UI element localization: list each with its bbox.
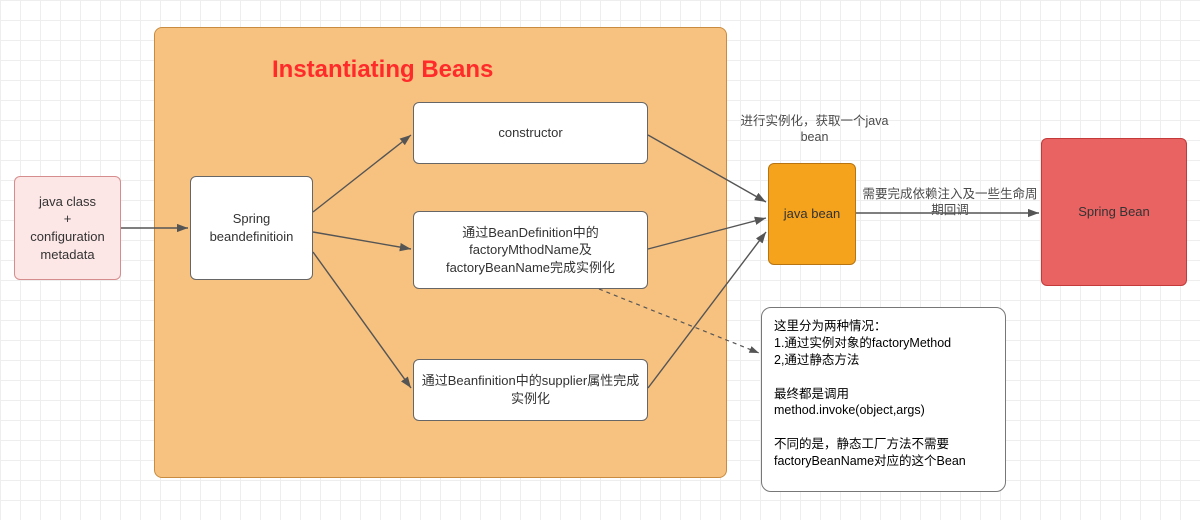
diagram-canvas: Instantiating Beans java class + configu… xyxy=(0,0,1200,520)
option-factory-method-box: 通过BeanDefinition中的 factoryMthodName及 fac… xyxy=(413,211,648,289)
factory-method-note-box: 这里分为两种情况： 1.通过实例对象的factoryMethod 2,通过静态方… xyxy=(761,307,1006,492)
input-java-class-box: java class + configuration metadata xyxy=(14,176,121,280)
diagram-title: Instantiating Beans xyxy=(272,56,493,84)
label-dependency-injection: 需要完成依赖注入及一些生命周期回调 xyxy=(862,186,1038,219)
spring-bean-box: Spring Bean xyxy=(1041,138,1187,286)
label-instantiate: 进行实例化，获取一个java bean xyxy=(722,113,907,146)
java-bean-box: java bean xyxy=(768,163,856,265)
spring-beandefinition-box: Spring beandefinitioin xyxy=(190,176,313,280)
option-supplier-box: 通过Beanfinition中的supplier属性完成实例化 xyxy=(413,359,648,421)
option-constructor-box: constructor xyxy=(413,102,648,164)
